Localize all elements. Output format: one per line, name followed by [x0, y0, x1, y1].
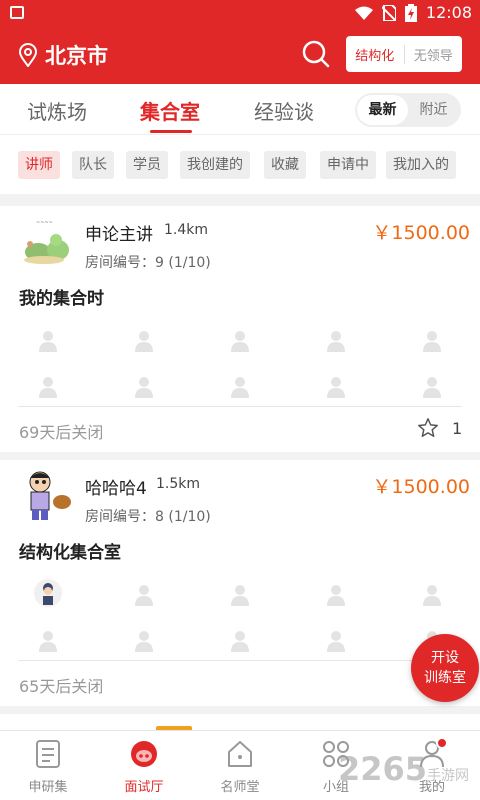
house-icon [228, 741, 252, 767]
watermark: 2265手游网 [338, 750, 469, 788]
filter-chip-lecturer[interactable]: 讲师 [18, 151, 60, 179]
interview-type-toggle: 结构化 无领导 [346, 36, 462, 72]
room-title: 结构化集合室 [19, 543, 121, 563]
nav-label: 申研集 [28, 780, 68, 795]
empty-seat-icon [39, 631, 57, 652]
empty-seat-icon [327, 377, 345, 398]
filter-chip-created[interactable]: 我创建的 [180, 151, 250, 179]
empty-seat-icon [135, 585, 153, 606]
create-training-room-button[interactable]: 开设 训练室 [411, 634, 479, 702]
star-icon[interactable] [417, 417, 439, 439]
member-slots [0, 322, 480, 402]
watermark-number: 2265 [338, 750, 428, 788]
room-info: 房间编号：8 (1/10) [85, 509, 211, 525]
filter-chip-applying[interactable]: 申请中 [320, 151, 376, 179]
wifi-icon [354, 6, 373, 20]
room-card[interactable]: ~~~~ 申论主讲 1.4km ￥1500.00 房间编号：9 (1/10) 我… [0, 206, 480, 452]
empty-seat-icon [327, 585, 345, 606]
price: ￥1500.00 [372, 476, 470, 498]
nav-item-interview-hall[interactable]: 面试厅 [96, 731, 192, 800]
nav-item-famous-teachers[interactable]: 名师堂 [192, 731, 288, 800]
no-sim-icon [381, 4, 396, 21]
status-bar: 12:08 [0, 0, 480, 26]
fab-line-1: 开设 [431, 650, 459, 666]
active-tab-indicator [150, 130, 192, 133]
empty-seat-icon [135, 377, 153, 398]
fab-line-2: 训练室 [424, 670, 466, 686]
segment-leaderless[interactable]: 无领导 [403, 44, 463, 64]
distance: 1.4km [164, 222, 209, 238]
tab-trial[interactable]: 试炼场 [27, 96, 87, 125]
app-header: 北京市 结构化 无领导 [0, 26, 480, 84]
divider [18, 406, 462, 407]
nav-label: 名师堂 [220, 780, 260, 795]
empty-seat-icon [231, 585, 249, 606]
empty-seat-icon [135, 631, 153, 652]
sort-latest[interactable]: 最新 [357, 95, 408, 125]
empty-seat-icon [39, 331, 57, 352]
document-icon [36, 740, 60, 768]
city-selector[interactable]: 北京市 [45, 40, 108, 70]
room-info: 房间编号：9 (1/10) [85, 255, 211, 271]
nav-label: 面试厅 [124, 780, 164, 795]
closing-time: 65天后关闭 [19, 677, 104, 696]
empty-seat-icon [327, 631, 345, 652]
room-card[interactable]: 哈哈哈4 1.5km ￥1500.00 房间编号：8 (1/10) 结构化集合室… [0, 460, 480, 706]
main-tabs: 试炼场 集合室 经验谈 最新 附近 [0, 84, 480, 134]
watermark-text: 手游网 [427, 768, 470, 784]
notification-dot [436, 737, 448, 749]
filter-bar: 讲师 队长 学员 我创建的 收藏 申请中 我加入的 [0, 134, 480, 194]
battery-charging-icon [404, 3, 417, 22]
empty-seat-icon [327, 331, 345, 352]
filter-chip-favorites[interactable]: 收藏 [264, 151, 306, 179]
empty-seat-icon [231, 377, 249, 398]
pig-face-icon [131, 741, 157, 767]
sort-nearby[interactable]: 附近 [408, 95, 459, 125]
closing-time: 69天后关闭 [19, 423, 104, 442]
gallery-notification-icon [10, 6, 24, 19]
nav-item-study[interactable]: 申研集 [0, 731, 96, 800]
empty-seat-icon [423, 585, 441, 606]
price: ￥1500.00 [372, 222, 470, 244]
host-name: 申论主讲 [85, 225, 153, 245]
empty-seat-icon [39, 377, 57, 398]
filter-chip-captain[interactable]: 队长 [72, 151, 114, 179]
clock: 12:08 [425, 3, 472, 22]
location-pin-icon[interactable] [18, 43, 38, 67]
avatar: ~~~~ [18, 214, 76, 268]
empty-seat-icon [423, 331, 441, 352]
avatar [18, 468, 76, 522]
filter-chip-joined[interactable]: 我加入的 [386, 151, 456, 179]
search-icon[interactable] [302, 40, 330, 68]
sort-toggle: 最新 附近 [355, 93, 461, 127]
empty-seat-icon [423, 377, 441, 398]
divider [18, 660, 462, 661]
empty-seat-icon [231, 331, 249, 352]
distance: 1.5km [156, 476, 201, 492]
favorite-count: 1 [452, 419, 463, 438]
svg-text:~~~~: ~~~~ [36, 220, 53, 226]
tab-gathering-room[interactable]: 集合室 [140, 96, 200, 125]
room-title: 我的集合时 [19, 289, 104, 309]
filter-chip-student[interactable]: 学员 [126, 151, 168, 179]
tab-experience[interactable]: 经验谈 [254, 96, 314, 125]
host-name: 哈哈哈4 [85, 479, 147, 499]
empty-seat-icon [135, 331, 153, 352]
member-avatar [34, 579, 62, 607]
member-slots [0, 576, 480, 656]
segment-structured[interactable]: 结构化 [346, 45, 404, 64]
empty-seat-icon [231, 631, 249, 652]
